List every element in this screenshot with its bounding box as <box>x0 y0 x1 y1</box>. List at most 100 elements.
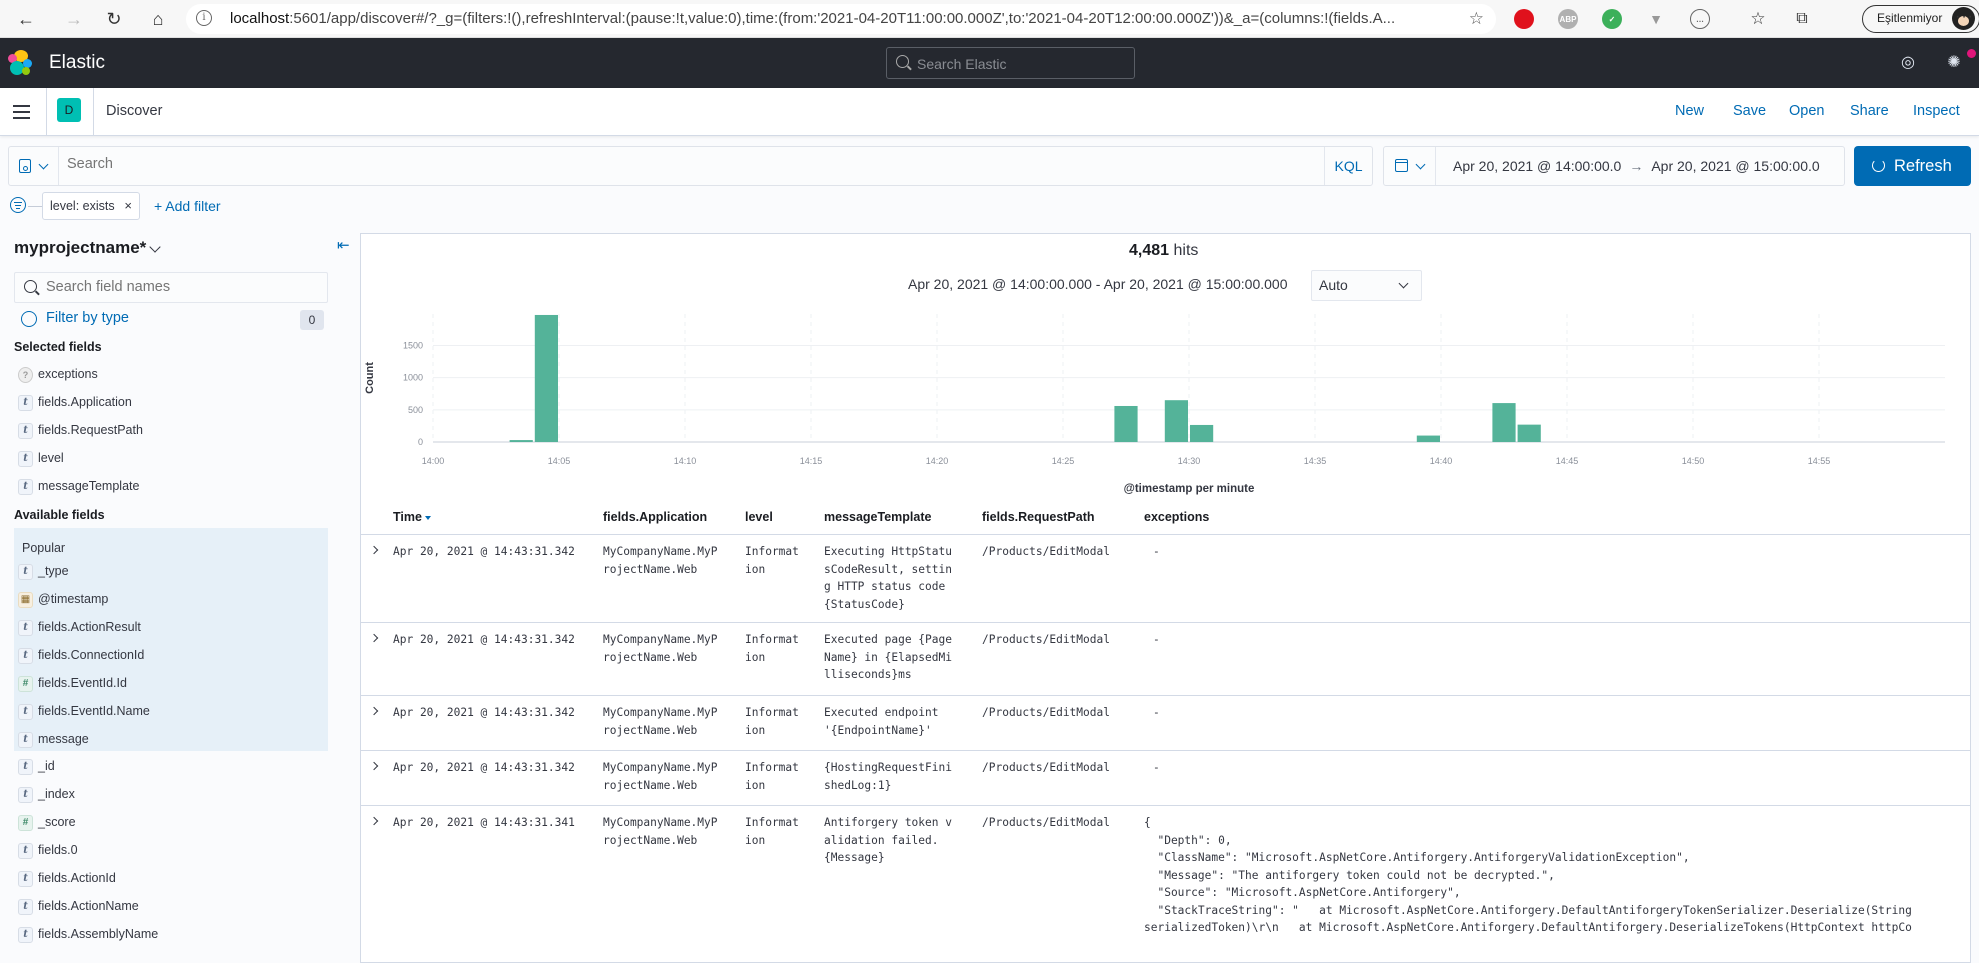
field-name: message <box>38 732 89 746</box>
table-row[interactable]: Apr 20, 2021 @ 14:43:31.342 MyCompanyName… <box>361 534 1970 622</box>
field-item[interactable]: ▦ @timestamp <box>18 590 318 610</box>
global-search-input[interactable]: Search Elastic <box>886 47 1135 79</box>
abp-icon[interactable]: ABP <box>1558 9 1578 29</box>
hits-label: hits <box>1173 242 1199 259</box>
field-item[interactable]: t messageTemplate <box>18 477 318 497</box>
field-item[interactable]: t fields.AssemblyName <box>18 925 318 945</box>
new-button[interactable]: New <box>1675 103 1704 119</box>
field-item[interactable]: ? exceptions <box>18 365 318 385</box>
collections-icon[interactable]: ⧉ <box>1790 7 1814 31</box>
filter-menu-icon[interactable] <box>10 197 26 213</box>
field-item[interactable]: t fields.0 <box>18 841 318 861</box>
elastic-logo-icon[interactable] <box>8 50 34 76</box>
histogram-bar[interactable] <box>534 314 558 442</box>
histogram-chart[interactable]: 0 500 1000 1500 14:00 14:05 14:10 14:15 14:20 14:… <box>362 300 1968 500</box>
news-feed-icon[interactable]: ✺ <box>1944 52 1964 72</box>
close-icon[interactable]: × <box>124 193 132 219</box>
opera-icon[interactable] <box>1514 9 1534 29</box>
field-item[interactable]: t fields.ActionResult <box>18 618 318 638</box>
field-item[interactable]: t fields.EventId.Name <box>18 702 318 722</box>
saved-queries-button[interactable] <box>9 147 59 185</box>
more-icon[interactable]: ··· <box>1955 8 1974 26</box>
cell-application: MyCompanyName.MyP rojectName.Web <box>603 816 718 847</box>
table-row[interactable]: Apr 20, 2021 @ 14:43:31.341 MyCompanyName… <box>361 805 1970 945</box>
histogram-bar[interactable] <box>1190 424 1214 442</box>
field-item[interactable]: t fields.RequestPath <box>18 421 318 441</box>
field-item[interactable]: t fields.Application <box>18 393 318 413</box>
refresh-button[interactable]: Refresh <box>1854 146 1971 186</box>
filter-pill[interactable]: level: exists × <box>42 192 140 220</box>
home-icon[interactable]: ⌂ <box>146 7 170 31</box>
column-header-level[interactable]: level <box>745 510 773 524</box>
site-info-icon[interactable]: i <box>196 10 212 26</box>
notification-dot <box>1967 49 1976 58</box>
expand-row-icon[interactable] <box>369 633 379 643</box>
table-row[interactable]: Apr 20, 2021 @ 14:43:31.342 MyCompanyName… <box>361 695 1970 750</box>
field-item[interactable]: t level <box>18 449 318 469</box>
reload-icon[interactable]: ↻ <box>102 7 126 31</box>
table-row[interactable]: Apr 20, 2021 @ 14:43:31.342 MyCompanyName… <box>361 622 1970 695</box>
space-avatar[interactable]: D <box>57 98 81 122</box>
histogram-bar[interactable] <box>1517 424 1541 442</box>
expand-row-icon[interactable] <box>369 706 379 716</box>
histogram-bar[interactable] <box>1416 435 1440 442</box>
column-header-exceptions[interactable]: exceptions <box>1144 510 1209 524</box>
field-item[interactable]: t message <box>18 730 318 750</box>
column-header-request-path[interactable]: fields.RequestPath <box>982 510 1095 524</box>
field-name: fields.RequestPath <box>38 423 143 437</box>
field-name: exceptions <box>38 367 98 381</box>
field-item[interactable]: # fields.EventId.Id <box>18 674 318 694</box>
histogram-bar[interactable] <box>1164 400 1188 442</box>
add-favorite-icon[interactable]: ☆ <box>1469 9 1484 29</box>
divider <box>93 88 94 136</box>
back-icon[interactable]: ← <box>14 7 38 31</box>
field-item[interactable]: t fields.ConnectionId <box>18 646 318 666</box>
histogram-bar[interactable] <box>1114 405 1138 442</box>
column-header-application[interactable]: fields.Application <box>603 510 707 524</box>
column-header-message-template[interactable]: messageTemplate <box>824 510 931 524</box>
field-item[interactable]: t _type <box>18 562 318 582</box>
field-item[interactable]: t _id <box>18 757 318 777</box>
help-icon[interactable]: ◎ <box>1898 52 1918 72</box>
quick-select-button[interactable] <box>1384 147 1436 185</box>
menu-icon[interactable] <box>13 104 31 120</box>
field-item[interactable]: t _index <box>18 785 318 805</box>
index-pattern-selector[interactable]: myprojectname* <box>14 238 146 258</box>
field-name: @timestamp <box>38 592 109 606</box>
address-bar[interactable]: i localhost:5601/app/discover#/?_g=(filt… <box>186 4 1496 34</box>
field-search-input[interactable] <box>46 279 316 295</box>
y-axis-label: Count <box>364 362 376 394</box>
add-filter-button[interactable]: + Add filter <box>154 198 221 214</box>
save-button[interactable]: Save <box>1733 103 1766 119</box>
cell-application: MyCompanyName.MyP rojectName.Web <box>603 706 718 737</box>
start-date-button[interactable]: Apr 20, 2021 @ 14:00:00.0 <box>1453 158 1621 174</box>
field-item[interactable]: t fields.ActionId <box>18 869 318 889</box>
histogram-bar[interactable] <box>1492 403 1516 442</box>
field-item[interactable]: t fields.ActionName <box>18 897 318 917</box>
shield-check-icon[interactable]: ✓ <box>1602 9 1622 29</box>
open-button[interactable]: Open <box>1789 103 1824 119</box>
column-header-time[interactable]: Time <box>393 510 431 524</box>
divider <box>28 206 42 207</box>
histogram-bar[interactable] <box>509 440 533 442</box>
sort-down-icon[interactable] <box>424 515 431 520</box>
url-text[interactable]: localhost:5601/app/discover#/?_g=(filter… <box>230 10 1440 27</box>
y-tick-label: 1000 <box>403 373 423 383</box>
table-row[interactable]: Apr 20, 2021 @ 14:43:31.342 MyCompanyName… <box>361 750 1970 805</box>
collapse-sidebar-icon[interactable]: ⇤ <box>337 236 350 254</box>
forward-icon[interactable]: → <box>62 7 86 31</box>
expand-row-icon[interactable] <box>369 761 379 771</box>
vue-icon[interactable]: ▼ <box>1646 9 1666 29</box>
chevron-down-icon[interactable] <box>149 241 161 253</box>
expand-row-icon[interactable] <box>369 816 379 826</box>
query-search-input[interactable] <box>67 156 1317 172</box>
inspect-button[interactable]: Inspect <box>1913 103 1960 119</box>
expand-row-icon[interactable] <box>369 545 379 555</box>
favorites-icon[interactable]: ☆ <box>1746 7 1770 31</box>
end-date-button[interactable]: Apr 20, 2021 @ 15:00:00.0 <box>1651 158 1819 174</box>
interval-select[interactable]: Auto <box>1311 270 1422 301</box>
field-item[interactable]: # _score <box>18 813 318 833</box>
share-button[interactable]: Share <box>1850 103 1889 119</box>
code-icon[interactable]: … <box>1690 9 1710 29</box>
kql-language-button[interactable]: KQL <box>1324 147 1372 185</box>
